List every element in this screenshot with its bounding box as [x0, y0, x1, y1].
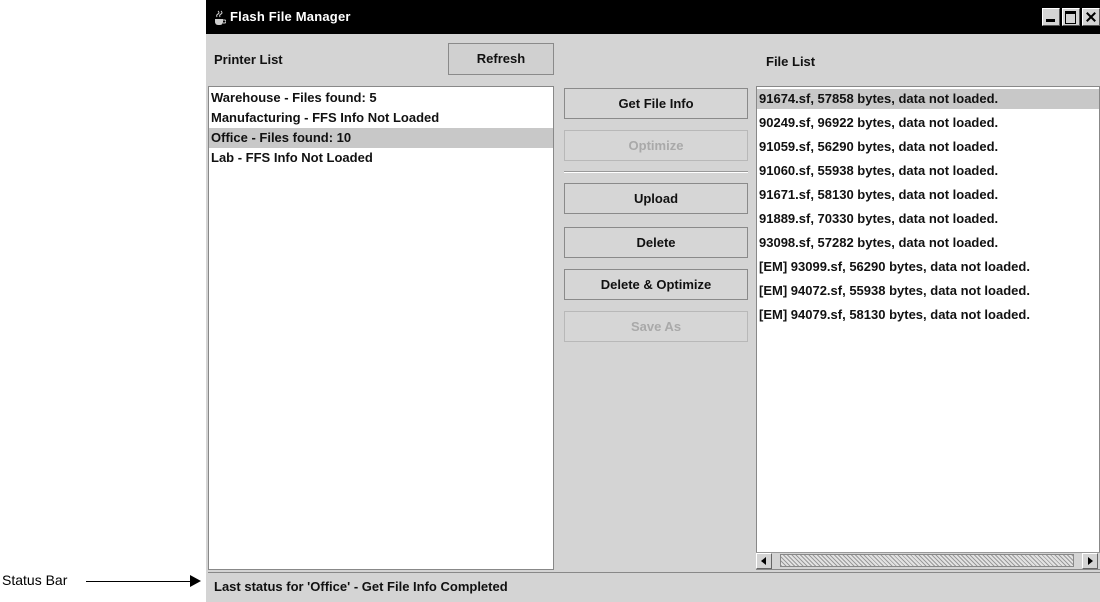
file-list-item[interactable]: 91060.sf, 55938 bytes, data not loaded. [757, 161, 1099, 181]
callout-label: Status Bar [2, 572, 68, 588]
save-as-button[interactable]: Save As [564, 311, 748, 342]
title-bar[interactable]: Flash File Manager [206, 0, 1100, 34]
scroll-right-arrow-icon[interactable] [1082, 553, 1098, 569]
maximize-icon[interactable] [1062, 8, 1080, 26]
window-title: Flash File Manager [230, 9, 351, 24]
file-list-item[interactable]: 91674.sf, 57858 bytes, data not loaded. [757, 89, 1099, 109]
printer-list[interactable]: Warehouse - Files found: 5 Manufacturing… [208, 86, 554, 570]
scroll-thumb[interactable] [780, 554, 1074, 567]
printer-list-item[interactable]: Manufacturing - FFS Info Not Loaded [209, 108, 553, 128]
file-list-item[interactable]: 93098.sf, 57282 bytes, data not loaded. [757, 233, 1099, 253]
refresh-button[interactable]: Refresh [448, 43, 554, 75]
file-list-item[interactable]: [EM] 94072.sf, 55938 bytes, data not loa… [757, 281, 1099, 301]
callout-arrow-line [86, 581, 190, 582]
get-file-info-button[interactable]: Get File Info [564, 88, 748, 119]
status-text: Last status for 'Office' - Get File Info… [214, 579, 508, 594]
status-bar-callout: Status Bar [0, 566, 206, 596]
file-list[interactable]: 91674.sf, 57858 bytes, data not loaded. … [756, 86, 1100, 570]
flash-file-manager-window: Flash File Manager Printer List Refresh … [206, 0, 1100, 602]
callout-arrow-head-icon [190, 575, 201, 587]
optimize-button[interactable]: Optimize [564, 130, 748, 161]
file-list-item[interactable]: 91059.sf, 56290 bytes, data not loaded. [757, 137, 1099, 157]
java-coffee-cup-icon [215, 10, 226, 25]
printer-list-item[interactable]: Warehouse - Files found: 5 [209, 88, 553, 108]
file-list-item[interactable]: [EM] 93099.sf, 56290 bytes, data not loa… [757, 257, 1099, 277]
delete-button[interactable]: Delete [564, 227, 748, 258]
file-list-label: File List [766, 54, 816, 69]
status-bar: Last status for 'Office' - Get File Info… [208, 572, 1100, 600]
minimize-icon[interactable] [1042, 8, 1060, 26]
upload-button[interactable]: Upload [564, 183, 748, 214]
printer-list-item[interactable]: Lab - FFS Info Not Loaded [209, 148, 553, 168]
scroll-left-arrow-icon[interactable] [756, 553, 772, 569]
button-separator [564, 171, 748, 173]
file-list-item[interactable]: 91889.sf, 70330 bytes, data not loaded. [757, 209, 1099, 229]
file-list-item[interactable]: 90249.sf, 96922 bytes, data not loaded. [757, 113, 1099, 133]
file-list-horizontal-scrollbar[interactable] [756, 552, 1100, 569]
printer-list-label: Printer List [214, 52, 283, 67]
printer-list-item[interactable]: Office - Files found: 10 [209, 128, 553, 148]
delete-optimize-button[interactable]: Delete & Optimize [564, 269, 748, 300]
file-list-item[interactable]: [EM] 94079.sf, 58130 bytes, data not loa… [757, 305, 1099, 325]
file-list-item[interactable]: 91671.sf, 58130 bytes, data not loaded. [757, 185, 1099, 205]
close-icon[interactable] [1082, 8, 1100, 26]
